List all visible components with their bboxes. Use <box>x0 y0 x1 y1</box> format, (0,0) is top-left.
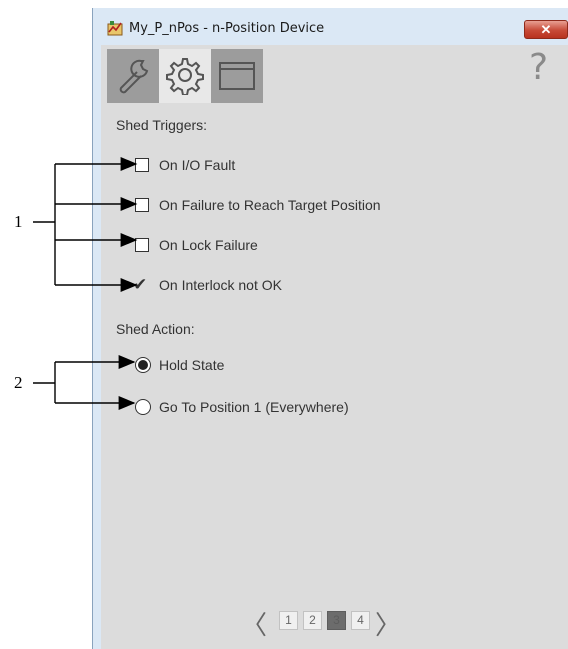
callout-lines <box>33 157 138 410</box>
